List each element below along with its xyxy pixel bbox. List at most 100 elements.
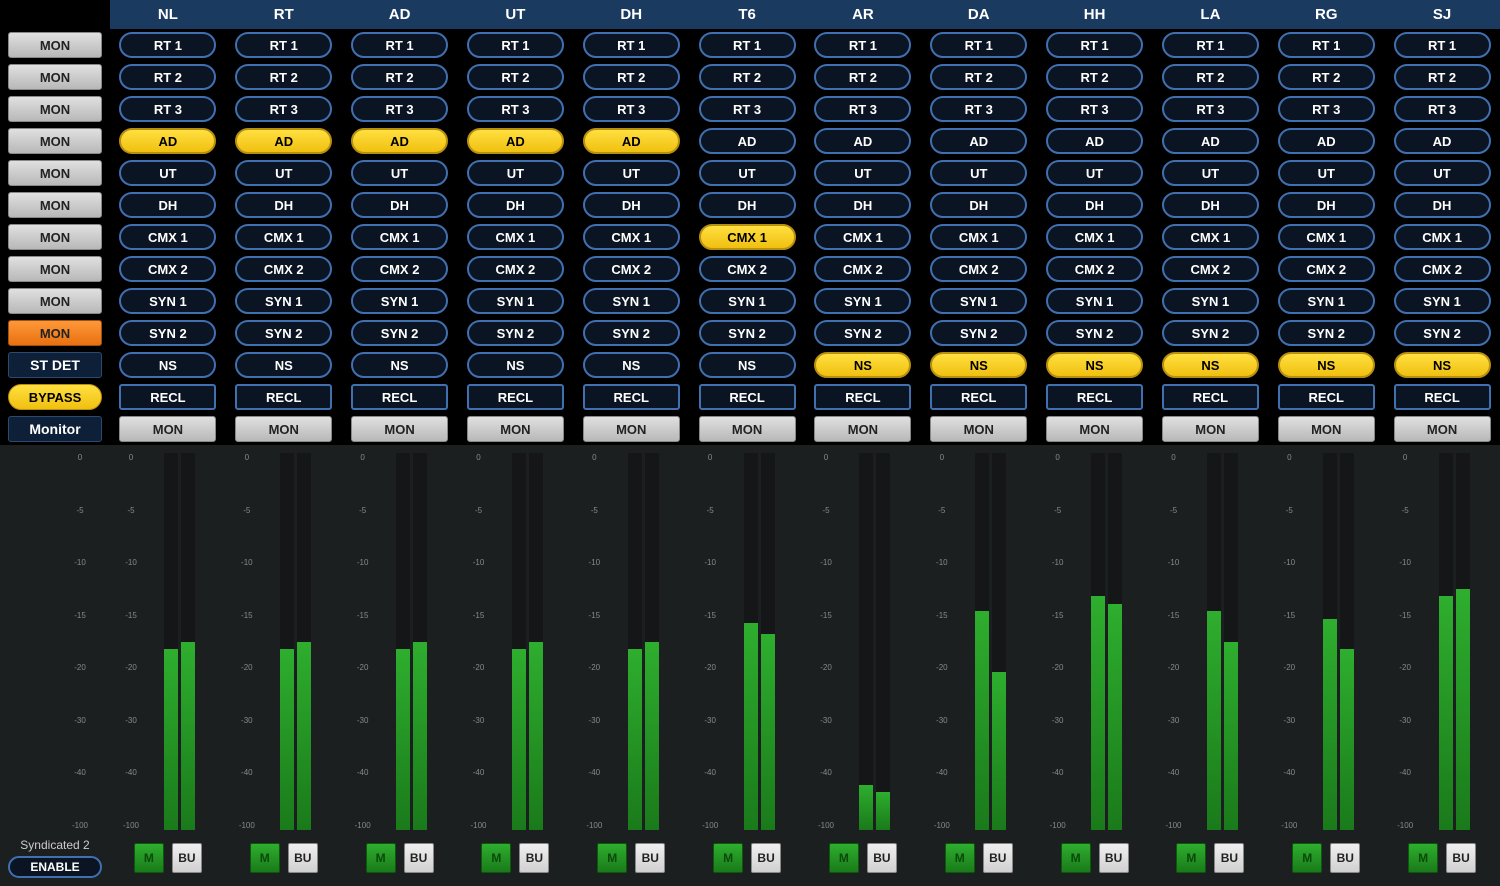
row-label-12[interactable]: Monitor xyxy=(0,413,110,445)
cell-8-8[interactable]: SYN 1 xyxy=(1037,285,1153,317)
cell-4-7[interactable]: UT xyxy=(921,157,1037,189)
m-button-DA[interactable]: M xyxy=(945,843,975,873)
cell-9-1[interactable]: SYN 2 xyxy=(226,317,342,349)
cell-4-5[interactable]: UT xyxy=(689,157,805,189)
m-button-NL[interactable]: M xyxy=(134,843,164,873)
cell-4-9[interactable]: UT xyxy=(1153,157,1269,189)
cell-7-3[interactable]: CMX 2 xyxy=(458,253,574,285)
cell-12-8[interactable]: MON xyxy=(1037,413,1153,445)
cell-5-8[interactable]: DH xyxy=(1037,189,1153,221)
bu-button-UT[interactable]: BU xyxy=(519,843,549,873)
m-button-SJ[interactable]: M xyxy=(1408,843,1438,873)
cell-5-10[interactable]: DH xyxy=(1268,189,1384,221)
cell-11-1[interactable]: RECL xyxy=(226,381,342,413)
m-button-LA[interactable]: M xyxy=(1176,843,1206,873)
cell-3-10[interactable]: AD xyxy=(1268,125,1384,157)
cell-6-2[interactable]: CMX 1 xyxy=(342,221,458,253)
cell-8-5[interactable]: SYN 1 xyxy=(689,285,805,317)
cell-0-9[interactable]: RT 1 xyxy=(1153,29,1269,61)
cell-1-1[interactable]: RT 2 xyxy=(226,61,342,93)
cell-3-9[interactable]: AD xyxy=(1153,125,1269,157)
cell-10-3[interactable]: NS xyxy=(458,349,574,381)
cell-9-9[interactable]: SYN 2 xyxy=(1153,317,1269,349)
row-label-11[interactable]: BYPASS xyxy=(0,381,110,413)
cell-1-9[interactable]: RT 2 xyxy=(1153,61,1269,93)
cell-3-11[interactable]: AD xyxy=(1384,125,1500,157)
cell-10-2[interactable]: NS xyxy=(342,349,458,381)
cell-6-5[interactable]: CMX 1 xyxy=(689,221,805,253)
cell-11-6[interactable]: RECL xyxy=(805,381,921,413)
cell-8-7[interactable]: SYN 1 xyxy=(921,285,1037,317)
cell-9-6[interactable]: SYN 2 xyxy=(805,317,921,349)
cell-0-11[interactable]: RT 1 xyxy=(1384,29,1500,61)
cell-0-1[interactable]: RT 1 xyxy=(226,29,342,61)
cell-9-8[interactable]: SYN 2 xyxy=(1037,317,1153,349)
cell-3-7[interactable]: AD xyxy=(921,125,1037,157)
cell-2-4[interactable]: RT 3 xyxy=(573,93,689,125)
row-label-3[interactable]: MON xyxy=(0,125,110,157)
cell-6-11[interactable]: CMX 1 xyxy=(1384,221,1500,253)
cell-5-2[interactable]: DH xyxy=(342,189,458,221)
row-label-10[interactable]: ST DET xyxy=(0,349,110,381)
row-label-5[interactable]: MON xyxy=(0,189,110,221)
cell-10-1[interactable]: NS xyxy=(226,349,342,381)
cell-6-8[interactable]: CMX 1 xyxy=(1037,221,1153,253)
cell-4-3[interactable]: UT xyxy=(458,157,574,189)
cell-5-9[interactable]: DH xyxy=(1153,189,1269,221)
cell-7-6[interactable]: CMX 2 xyxy=(805,253,921,285)
cell-8-10[interactable]: SYN 1 xyxy=(1268,285,1384,317)
cell-0-3[interactable]: RT 1 xyxy=(458,29,574,61)
cell-2-7[interactable]: RT 3 xyxy=(921,93,1037,125)
bu-button-NL[interactable]: BU xyxy=(172,843,202,873)
cell-4-0[interactable]: UT xyxy=(110,157,226,189)
cell-3-4[interactable]: AD xyxy=(573,125,689,157)
cell-5-5[interactable]: DH xyxy=(689,189,805,221)
cell-3-2[interactable]: AD xyxy=(342,125,458,157)
cell-12-10[interactable]: MON xyxy=(1268,413,1384,445)
cell-11-0[interactable]: RECL xyxy=(110,381,226,413)
row-label-4[interactable]: MON xyxy=(0,157,110,189)
cell-6-10[interactable]: CMX 1 xyxy=(1268,221,1384,253)
cell-2-2[interactable]: RT 3 xyxy=(342,93,458,125)
m-button-AD[interactable]: M xyxy=(366,843,396,873)
cell-2-0[interactable]: RT 3 xyxy=(110,93,226,125)
cell-10-0[interactable]: NS xyxy=(110,349,226,381)
cell-7-11[interactable]: CMX 2 xyxy=(1384,253,1500,285)
m-button-RT[interactable]: M xyxy=(250,843,280,873)
cell-10-7[interactable]: NS xyxy=(921,349,1037,381)
cell-3-3[interactable]: AD xyxy=(458,125,574,157)
m-button-RG[interactable]: M xyxy=(1292,843,1322,873)
cell-11-7[interactable]: RECL xyxy=(921,381,1037,413)
row-label-7[interactable]: MON xyxy=(0,253,110,285)
cell-1-4[interactable]: RT 2 xyxy=(573,61,689,93)
cell-9-11[interactable]: SYN 2 xyxy=(1384,317,1500,349)
cell-12-2[interactable]: MON xyxy=(342,413,458,445)
cell-9-7[interactable]: SYN 2 xyxy=(921,317,1037,349)
cell-10-8[interactable]: NS xyxy=(1037,349,1153,381)
cell-9-0[interactable]: SYN 2 xyxy=(110,317,226,349)
cell-11-10[interactable]: RECL xyxy=(1268,381,1384,413)
cell-11-3[interactable]: RECL xyxy=(458,381,574,413)
cell-0-4[interactable]: RT 1 xyxy=(573,29,689,61)
cell-7-4[interactable]: CMX 2 xyxy=(573,253,689,285)
cell-0-7[interactable]: RT 1 xyxy=(921,29,1037,61)
cell-8-4[interactable]: SYN 1 xyxy=(573,285,689,317)
cell-12-7[interactable]: MON xyxy=(921,413,1037,445)
cell-11-5[interactable]: RECL xyxy=(689,381,805,413)
cell-7-10[interactable]: CMX 2 xyxy=(1268,253,1384,285)
cell-8-1[interactable]: SYN 1 xyxy=(226,285,342,317)
cell-0-5[interactable]: RT 1 xyxy=(689,29,805,61)
bu-button-AR[interactable]: BU xyxy=(867,843,897,873)
cell-4-1[interactable]: UT xyxy=(226,157,342,189)
cell-10-9[interactable]: NS xyxy=(1153,349,1269,381)
cell-4-2[interactable]: UT xyxy=(342,157,458,189)
cell-10-6[interactable]: NS xyxy=(805,349,921,381)
cell-10-4[interactable]: NS xyxy=(573,349,689,381)
cell-5-6[interactable]: DH xyxy=(805,189,921,221)
bu-button-AD[interactable]: BU xyxy=(404,843,434,873)
cell-10-11[interactable]: NS xyxy=(1384,349,1500,381)
cell-9-10[interactable]: SYN 2 xyxy=(1268,317,1384,349)
bu-button-DH[interactable]: BU xyxy=(635,843,665,873)
cell-11-9[interactable]: RECL xyxy=(1153,381,1269,413)
m-button-DH[interactable]: M xyxy=(597,843,627,873)
